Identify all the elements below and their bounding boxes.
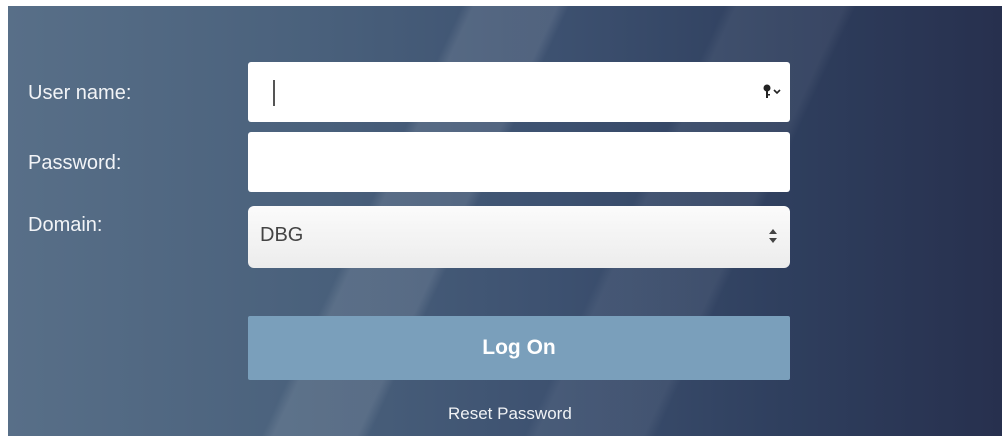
username-field[interactable] — [248, 62, 790, 122]
domain-selected-value: DBG — [260, 224, 304, 246]
domain-label: Domain: — [28, 214, 103, 236]
domain-select[interactable]: DBG — [248, 206, 790, 268]
text-cursor — [273, 80, 275, 106]
reset-password-link[interactable]: Reset Password — [448, 404, 572, 424]
password-field[interactable] — [248, 132, 790, 192]
login-panel: User name: Password: Domain: DBG Log On … — [8, 6, 1002, 436]
username-label: User name: — [28, 82, 132, 104]
stepper-icon — [768, 224, 778, 248]
logon-button[interactable]: Log On — [248, 316, 790, 380]
password-label: Password: — [28, 152, 122, 174]
key-icon[interactable] — [762, 84, 782, 104]
